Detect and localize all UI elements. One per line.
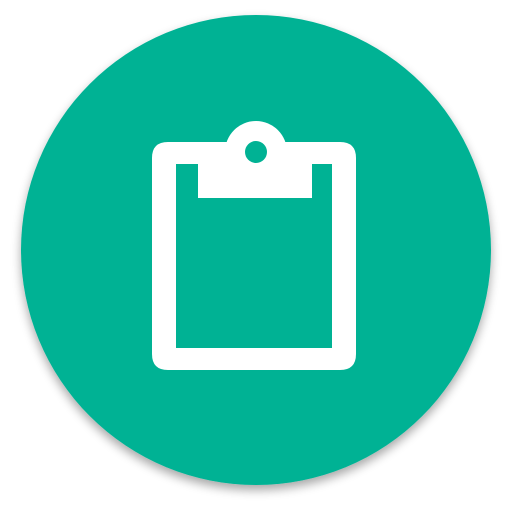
icon-background-circle xyxy=(21,15,491,485)
clipboard-clip-hole xyxy=(245,141,267,163)
app-icon-stage xyxy=(0,0,512,512)
app-icon xyxy=(21,15,491,485)
